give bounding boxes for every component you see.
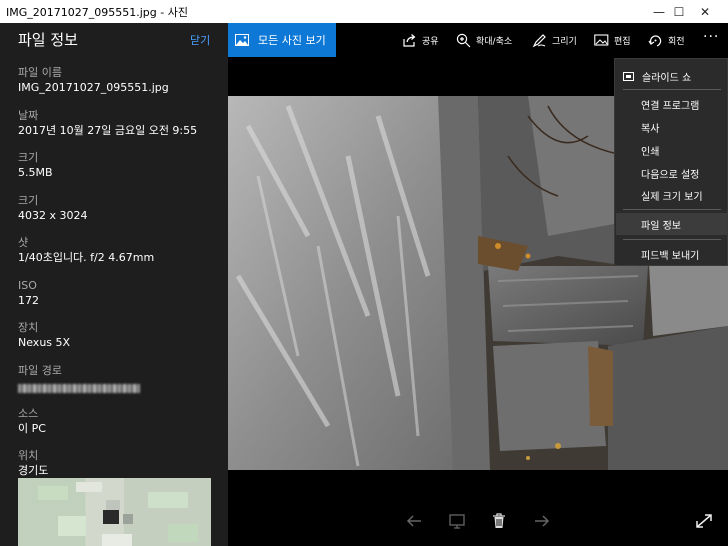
close-window-button[interactable]: ✕ (682, 0, 728, 23)
field-label: 크기 (18, 194, 39, 207)
location-map[interactable] (18, 478, 211, 546)
menu-separator (623, 89, 721, 90)
file-info-pane: 파일 정보 닫기 파일 이름 IMG_20171027_095551.jpg 날… (0, 23, 228, 546)
field-label: 파일 이름 (18, 66, 62, 79)
edit-button[interactable]: 편집 (594, 32, 631, 48)
menu-item-file-info[interactable]: 파일 정보 (641, 217, 681, 232)
slideshow-icon (623, 72, 634, 81)
share-icon (403, 33, 416, 47)
rotate-icon (648, 34, 662, 46)
all-photos-button[interactable]: 모든 사진 보기 (228, 23, 336, 57)
field-file-path: 파일 경로 (18, 364, 140, 397)
more-options-menu: 슬라이드 쇼 연결 프로그램 복사 인쇄 다음으로 설정 실제 크기 보기 파일… (614, 58, 728, 266)
delete-icon[interactable] (490, 513, 508, 529)
draw-label: 그리기 (552, 36, 577, 47)
slideshow-icon[interactable] (448, 513, 466, 529)
menu-separator (623, 209, 721, 210)
field-device: 장치 Nexus 5X (18, 321, 70, 351)
field-value: Nexus 5X (18, 336, 71, 349)
field-label: 날짜 (18, 109, 39, 122)
field-label: 장치 (18, 321, 39, 334)
toolbar: 모든 사진 보기 공유 확대/축소 그리기 편집 회전 ··· (228, 23, 728, 58)
field-value: 172 (18, 294, 39, 307)
field-location: 위치 경기도 (18, 449, 48, 479)
field-label: 파일 경로 (18, 364, 62, 377)
edit-label: 편집 (614, 36, 631, 47)
menu-item-open-with[interactable]: 연결 프로그램 (641, 97, 699, 112)
menu-item-slideshow[interactable]: 슬라이드 쇼 (623, 69, 691, 84)
field-label: 샷 (18, 236, 29, 249)
field-label: 크기 (18, 151, 39, 164)
field-value: IMG_20171027_095551.jpg (18, 81, 169, 94)
menu-item-copy[interactable]: 복사 (641, 120, 659, 135)
photo-icon (235, 34, 249, 46)
blurred-file-path[interactable] (18, 384, 140, 393)
menu-item-actual-size[interactable]: 실제 크기 보기 (641, 188, 703, 203)
field-value: 5.5MB (18, 166, 53, 179)
field-value: 2017년 10월 27일 금요일 오전 9:55 (18, 124, 198, 137)
info-pane-title: 파일 정보 (18, 31, 78, 49)
field-label: ISO (18, 279, 37, 292)
more-button[interactable]: ··· (703, 29, 719, 45)
menu-separator (623, 239, 721, 240)
edit-image-icon (594, 33, 609, 46)
fullscreen-icon[interactable] (695, 513, 713, 529)
field-shot: 샷 1/40초입니다. f/2 4.67mm (18, 236, 154, 266)
all-photos-label: 모든 사진 보기 (258, 34, 326, 47)
field-label: 위치 (18, 449, 39, 462)
field-value: 4032 x 3024 (18, 209, 88, 222)
share-label: 공유 (422, 36, 439, 47)
window-title: IMG_20171027_095551.jpg - 사진 (6, 6, 188, 19)
field-label: 소스 (18, 407, 39, 420)
share-button[interactable]: 공유 (402, 32, 439, 48)
previous-arrow-icon[interactable] (405, 513, 423, 529)
field-date: 날짜 2017년 10월 27일 금요일 오전 9:55 (18, 109, 197, 139)
slideshow-label: 슬라이드 쇼 (642, 73, 692, 84)
field-value: 이 PC (18, 422, 46, 435)
rotate-label: 회전 (668, 36, 685, 47)
zoom-button[interactable]: 확대/축소 (456, 32, 512, 48)
field-dimensions: 크기 4032 x 3024 (18, 194, 88, 224)
menu-item-set-as[interactable]: 다음으로 설정 (641, 166, 699, 181)
zoom-label: 확대/축소 (476, 36, 513, 47)
zoom-icon (456, 33, 471, 47)
draw-button[interactable]: 그리기 (532, 32, 577, 48)
field-value: 경기도 (18, 464, 49, 477)
info-close-link[interactable]: 닫기 (190, 32, 210, 48)
menu-item-print[interactable]: 인쇄 (641, 143, 659, 158)
field-file-size: 크기 5.5MB (18, 151, 53, 181)
field-iso: ISO 172 (18, 279, 39, 309)
field-file-name: 파일 이름 IMG_20171027_095551.jpg (18, 66, 169, 96)
menu-item-feedback[interactable]: 피드백 보내기 (641, 247, 699, 262)
rotate-button[interactable]: 회전 (648, 32, 685, 48)
title-bar: IMG_20171027_095551.jpg - 사진 — ☐ ✕ (0, 0, 728, 23)
field-value: 1/40초입니다. f/2 4.67mm (18, 251, 155, 264)
field-source: 소스 이 PC (18, 407, 46, 437)
next-arrow-icon[interactable] (533, 513, 551, 529)
pen-icon (532, 33, 546, 47)
